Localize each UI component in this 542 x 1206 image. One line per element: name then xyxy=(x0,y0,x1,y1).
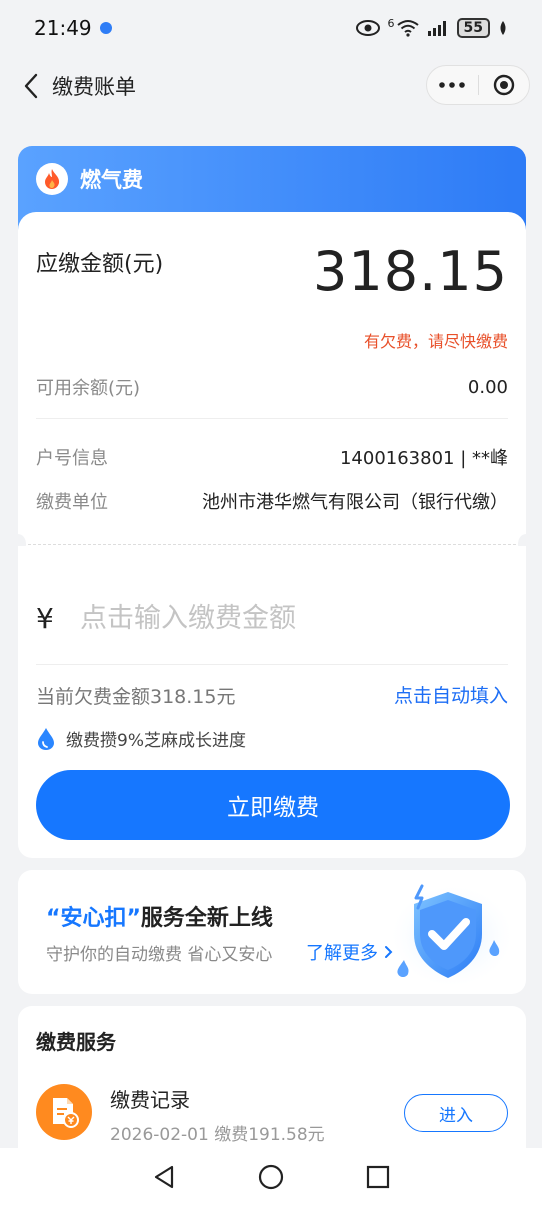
notification-dot-icon xyxy=(99,22,112,34)
services-title: 缴费服务 xyxy=(36,1030,116,1054)
payment-services-card: 缴费服务 缴费记录 2026-02-01 缴费191.58元 进入 xyxy=(18,1006,526,1166)
status-bar: 21:49 6 55 xyxy=(0,0,542,56)
due-amount-value: 318.15 xyxy=(313,240,508,303)
bill-summary-card: 应缴金额(元) 318.15 有欠费，请尽快缴费 可用余额(元) 0.00 户号… xyxy=(18,212,526,544)
pay-now-button[interactable]: 立即缴费 xyxy=(36,770,510,840)
system-recents-button[interactable] xyxy=(358,1157,398,1197)
learn-more-link[interactable]: 了解更多 xyxy=(306,939,393,965)
circle-home-icon xyxy=(258,1164,284,1190)
unit-value: 池州市港华燃气有限公司（银行代缴） xyxy=(202,492,508,513)
promo-title: “安心扣”服务全新上线 xyxy=(46,900,273,932)
record-icon-badge xyxy=(36,1084,92,1140)
water-drop-icon xyxy=(38,727,54,750)
balance-value: 0.00 xyxy=(467,376,508,398)
promo-subtitle: 守护你的自动缴费 省心又安心 xyxy=(46,945,273,965)
system-home-button[interactable] xyxy=(251,1157,291,1197)
unit-label: 缴费单位 xyxy=(36,492,108,513)
eye-icon xyxy=(355,20,380,36)
document-yen-icon xyxy=(53,1098,79,1128)
currency-symbol: ¥ xyxy=(36,602,54,635)
system-navigation-bar xyxy=(0,1148,542,1206)
due-amount-label: 应缴金额(元) xyxy=(36,252,164,277)
balance-label: 可用余额(元) xyxy=(36,378,141,399)
network-type-label: 6 xyxy=(387,16,395,30)
current-owed-text: 当前欠费金额318.15元 xyxy=(36,686,236,708)
unit-row: 缴费单位 池州市港华燃气有限公司（银行代缴） xyxy=(36,488,508,514)
account-value: 1400163801 | **峰 xyxy=(339,448,508,469)
autofill-link[interactable]: 点击自动填入 xyxy=(394,681,508,708)
target-circle-icon xyxy=(493,74,514,96)
shield-check-icon xyxy=(392,884,512,986)
wifi-icon xyxy=(396,20,419,37)
nav-bar: 缴费账单 xyxy=(0,56,542,116)
page-title: 缴费账单 xyxy=(52,75,136,99)
account-row: 户号信息 1400163801 | **峰 xyxy=(36,444,508,470)
account-label: 户号信息 xyxy=(36,448,108,469)
flame-icon xyxy=(45,169,60,189)
status-time: 21:49 xyxy=(34,16,92,40)
more-dots-icon xyxy=(439,82,466,88)
record-subtitle: 2026-02-01 缴费191.58元 xyxy=(110,1125,325,1145)
promo-title-highlight: “安心扣” xyxy=(46,906,141,931)
growth-progress-row: 缴费攒9%芝麻成长进度 xyxy=(36,726,246,751)
close-app-button[interactable] xyxy=(479,66,530,104)
balance-row: 可用余额(元) 0.00 xyxy=(36,374,508,400)
learn-more-label: 了解更多 xyxy=(306,943,378,964)
system-back-button[interactable] xyxy=(144,1157,184,1197)
bill-category-label: 燃气费 xyxy=(80,168,143,192)
gas-flame-badge xyxy=(36,163,68,195)
more-button[interactable] xyxy=(427,66,478,104)
battery-indicator: 55 xyxy=(456,18,490,38)
overdue-warning: 有欠费，请尽快缴费 xyxy=(363,332,508,351)
leaf-icon xyxy=(500,21,506,35)
promo-banner[interactable]: “安心扣”服务全新上线 守护你的自动缴费 省心又安心 了解更多 xyxy=(18,870,526,994)
back-button[interactable] xyxy=(16,66,46,106)
record-title: 缴费记录 xyxy=(110,1088,190,1112)
signal-icon xyxy=(427,21,446,36)
chevron-left-icon xyxy=(24,73,38,99)
growth-text: 缴费攒9%芝麻成长进度 xyxy=(66,731,246,751)
enter-records-button[interactable]: 进入 xyxy=(404,1094,508,1132)
payment-card: ¥ 当前欠费金额318.15元 点击自动填入 缴费攒9%芝麻成长进度 立即缴费 xyxy=(18,546,526,858)
triangle-back-icon xyxy=(154,1165,173,1189)
mini-app-capsule xyxy=(426,65,530,105)
promo-title-rest: 服务全新上线 xyxy=(140,906,273,931)
square-recents-icon xyxy=(367,1165,390,1189)
payment-amount-input[interactable] xyxy=(80,596,500,640)
